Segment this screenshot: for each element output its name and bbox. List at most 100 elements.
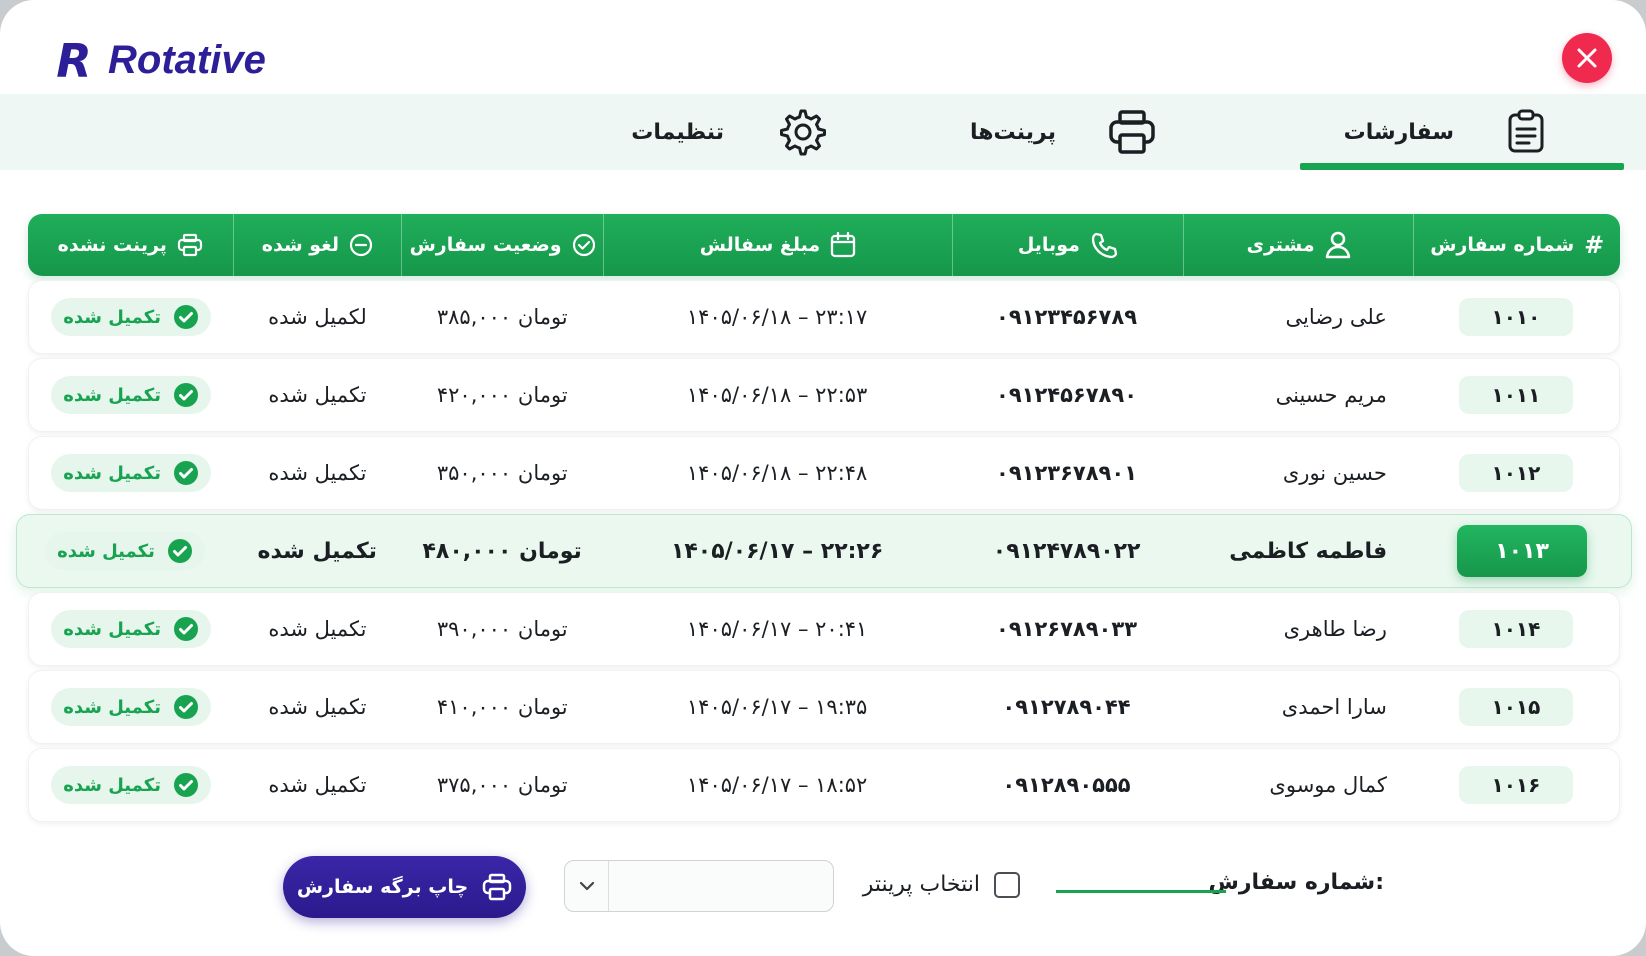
order-amount: ۴۱۰,۰۰۰ تومان — [436, 695, 568, 719]
brand-name: Rotative — [108, 38, 266, 82]
check-circle-icon — [173, 305, 198, 329]
order-datetime: ۱۴۰۵/۰۶/۱۷ – ۲۰:۴۱ — [686, 617, 868, 641]
header-status-label: وضعیت سفارش — [409, 234, 562, 256]
user-icon — [1325, 231, 1350, 259]
table-row[interactable]: ۱۰۱۴ رضا طاهری ۰۹۱۲۶۷۸۹۰۳۳ ۱۴۰۵/۰۶/۱۷ – … — [28, 592, 1620, 666]
status-badge: تکمیل شده — [51, 454, 211, 492]
customer-name: فاطمه کاظمی — [1229, 538, 1388, 564]
order-datetime: ۱۴۰۵/۰۶/۱۷ – ۱۸:۵۲ — [686, 773, 868, 797]
table-row-selected[interactable]: ۱۰۱۳ فاطمه کاظمی ۰۹۱۲۴۷۸۹۰۲۲ ۱۴۰۵/۰۶/۱۷ … — [16, 514, 1632, 588]
order-id[interactable]: ۱۰۱۶ — [1458, 766, 1573, 804]
order-datetime: ۱۴۰۵/۰۶/۱۷ – ۱۹:۳۵ — [686, 695, 868, 719]
chevron-down-icon — [565, 861, 609, 911]
order-number-field[interactable] — [1056, 890, 1226, 893]
active-tab-indicator — [1300, 163, 1624, 170]
header-not-printed[interactable]: پرینت نشده — [28, 214, 233, 276]
table-row[interactable]: ۱۰۱۲ حسین نوری ۰۹۱۲۳۶۷۸۹۰۱ ۱۴۰۵/۰۶/۱۸ – … — [28, 436, 1620, 510]
order-status: تکمیل شده — [268, 617, 367, 641]
header-amount[interactable]: مبلغ سفالش — [602, 214, 952, 276]
status-badge-label: تکمیل شده — [63, 462, 161, 484]
order-id[interactable]: ۱۰۱۲ — [1458, 454, 1573, 492]
order-amount: ۳۸۵,۰۰۰ تومان — [436, 305, 568, 329]
footer-bar: شماره سفارش: انتخاب پرینتر چاپ برگه سفار… — [0, 846, 1646, 926]
order-id[interactable]: ۱۰۱۳ — [1457, 525, 1588, 577]
table-body: ۱۰۱۰ علی رضایی ۰۹۱۲۳۴۵۶۷۸۹ ۱۴۰۵/۰۶/۱۸ – … — [16, 280, 1632, 822]
table-row[interactable]: ۱۰۱۵ سارا احمدی ۰۹۱۲۷۸۹۰۴۴ ۱۴۰۵/۰۶/۱۷ – … — [28, 670, 1620, 744]
check-circle-icon — [167, 539, 192, 563]
calendar-icon — [830, 232, 856, 258]
order-status: تکمیل شده — [268, 773, 367, 797]
order-datetime: ۱۴۰۵/۰۶/۱۷ – ۲۲:۲۶ — [670, 538, 884, 564]
header-customer-label: مشتری — [1246, 234, 1315, 256]
order-id[interactable]: ۱۰۱۵ — [1458, 688, 1573, 726]
header-mobile[interactable]: موبایل — [951, 214, 1183, 276]
tab-prints-label: پرینت‌ها — [970, 119, 1056, 145]
order-status: لکمیل شده — [268, 305, 367, 329]
status-badge-label: تکمیل شده — [57, 540, 155, 562]
table-row[interactable]: ۱۰۱۶ کمال موسوی ۰۹۱۲۸۹۰۵۵۵ ۱۴۰۵/۰۶/۱۷ – … — [28, 748, 1620, 822]
check-circle-icon — [173, 695, 198, 719]
mobile-number: ۰۹۱۲۳۴۵۶۷۸۹ — [996, 305, 1138, 329]
header-status[interactable]: وضعیت سفارش — [401, 214, 603, 276]
close-button[interactable] — [1562, 33, 1612, 83]
check-circle-icon — [173, 383, 198, 407]
tab-orders[interactable]: سفارشات — [1344, 94, 1546, 170]
order-status: تکمیل شده — [268, 383, 367, 407]
header-cancelled[interactable]: لغو شده — [232, 214, 402, 276]
tab-settings[interactable]: تنظیمات — [631, 94, 826, 170]
order-status: تکمیل شده — [268, 461, 367, 485]
brand-mark: R — [56, 33, 91, 88]
status-badge-label: تکمیل شده — [63, 618, 161, 640]
phone-icon — [1091, 232, 1118, 259]
order-amount: ۳۹۰,۰۰۰ تومان — [436, 617, 568, 641]
order-datetime: ۱۴۰۵/۰۶/۱۸ – ۲۲:۵۳ — [686, 383, 868, 407]
printer-select[interactable] — [564, 860, 834, 912]
check-circle-icon — [173, 773, 198, 797]
order-status: تکمیل شده — [268, 695, 367, 719]
status-badge-label: تکمیل شده — [63, 696, 161, 718]
order-id[interactable]: ۱۰۱۱ — [1458, 376, 1573, 414]
select-printer-label: انتخاب پرینتر — [862, 872, 980, 897]
status-badge: تکمیل شده — [45, 532, 205, 570]
mobile-number: ۰۹۱۲۴۵۶۷۸۹۰ — [996, 383, 1138, 407]
order-amount: ۳۷۵,۰۰۰ تومان — [436, 773, 568, 797]
status-badge: تکمیل شده — [51, 376, 211, 414]
tab-settings-label: تنظیمات — [631, 119, 724, 145]
order-datetime: ۱۴۰۵/۰۶/۱۸ – ۲۲:۴۸ — [686, 461, 868, 485]
mobile-number: ۰۹۱۲۷۸۹۰۴۴ — [1002, 695, 1131, 719]
check-circle-icon — [173, 617, 198, 641]
header-customer[interactable]: مشتری — [1182, 214, 1414, 276]
customer-name: مریم حسینی — [1275, 383, 1387, 407]
order-id[interactable]: ۱۰۱۰ — [1458, 298, 1573, 336]
hash-icon: # — [1584, 231, 1605, 259]
print-order-button[interactable]: چاپ برگه سفارش — [283, 856, 526, 918]
tab-orders-label: سفارشات — [1343, 119, 1454, 145]
header-amount-label: مبلغ سفالش — [699, 234, 821, 256]
order-id[interactable]: ۱۰۱۴ — [1458, 610, 1573, 648]
table-header: # شماره سفارش مشتری موبایل مبلغ سفالش وض… — [28, 214, 1620, 276]
customer-name: حسین نوری — [1282, 461, 1387, 485]
mobile-number: ۰۹۱۲۳۶۷۸۹۰۱ — [996, 461, 1138, 485]
order-number-label: شماره سفارش: — [1208, 870, 1384, 895]
tab-prints[interactable]: پرینت‌ها — [970, 94, 1156, 170]
printer-icon — [177, 233, 203, 257]
print-order-button-label: چاپ برگه سفارش — [296, 876, 469, 898]
customer-name: رضا طاهری — [1283, 617, 1387, 641]
close-icon — [1577, 48, 1597, 68]
status-badge: تکمیل شده — [51, 766, 211, 804]
tab-bar: سفارشات پرینت‌ها تنظیمات — [0, 94, 1646, 170]
mobile-number: ۰۹۱۲۶۷۸۹۰۳۳ — [996, 617, 1138, 641]
customer-name: علی رضایی — [1285, 305, 1387, 329]
order-manager-window: R Rotative سفارشات پرینت‌ها تنظیمات — [0, 0, 1646, 956]
header-order-number[interactable]: # شماره سفارش — [1413, 214, 1620, 276]
select-printer-checkbox[interactable] — [994, 872, 1020, 898]
header-mobile-label: موبایل — [1017, 234, 1080, 256]
clipboard-icon — [1508, 109, 1544, 153]
table-row[interactable]: ۱۰۱۱ مریم حسینی ۰۹۱۲۴۵۶۷۸۹۰ ۱۴۰۵/۰۶/۱۸ –… — [28, 358, 1620, 432]
customer-name: سارا احمدی — [1281, 695, 1387, 719]
status-badge-label: تکمیل شده — [63, 306, 161, 328]
minus-circle-icon — [349, 233, 373, 257]
orders-table: # شماره سفارش مشتری موبایل مبلغ سفالش وض… — [16, 214, 1632, 822]
status-badge: تکمیل شده — [51, 688, 211, 726]
table-row[interactable]: ۱۰۱۰ علی رضایی ۰۹۱۲۳۴۵۶۷۸۹ ۱۴۰۵/۰۶/۱۸ – … — [28, 280, 1620, 354]
